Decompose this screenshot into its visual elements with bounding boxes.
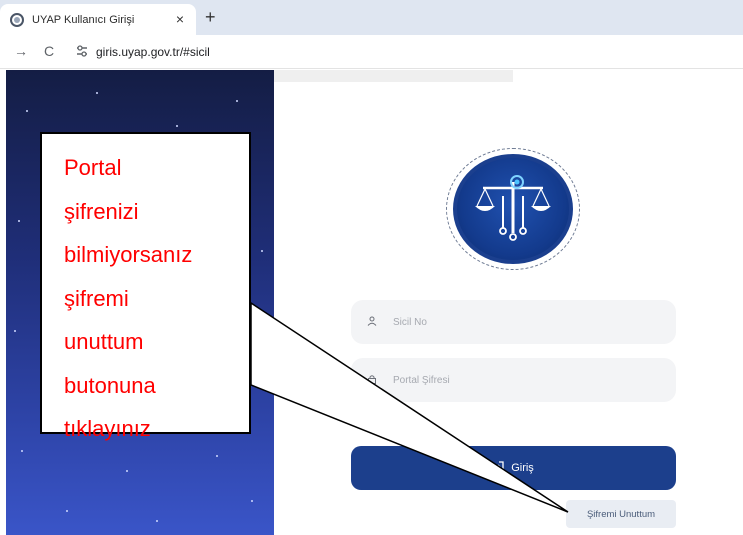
login-icon	[493, 460, 505, 476]
uyap-logo	[453, 154, 573, 264]
new-tab-button[interactable]: +	[205, 7, 216, 28]
callout-line: şifremi	[64, 285, 129, 311]
callout-line: tıklayınız	[64, 416, 151, 441]
login-button[interactable]: Giriş	[351, 446, 676, 490]
password-input[interactable]	[393, 374, 653, 386]
browser-tab[interactable]: UYAP Kullanıcı Girişi ×	[0, 4, 196, 35]
tab-title: UYAP Kullanıcı Girişi	[32, 13, 135, 26]
favicon-icon	[10, 12, 24, 27]
forward-button[interactable]: →	[14, 43, 28, 59]
sicil-field[interactable]	[351, 300, 676, 344]
site-info-icon[interactable]	[74, 44, 90, 60]
callout-line: butonuna	[64, 372, 156, 398]
lock-icon	[365, 374, 379, 387]
callout-line: unuttum	[64, 329, 144, 354]
tab-close-button[interactable]: ×	[176, 11, 184, 27]
password-field[interactable]	[351, 358, 676, 402]
browser-tab-strip: UYAP Kullanıcı Girişi × +	[0, 0, 743, 35]
forgot-password-button[interactable]: Şifremi Unuttum	[566, 500, 676, 528]
top-strip	[274, 70, 513, 82]
callout-line: şifrenizi	[64, 198, 139, 224]
address-bar: → C giris.uyap.gov.tr/#sicil	[0, 35, 743, 69]
user-icon	[365, 316, 379, 329]
callout-line: bilmiyorsanız	[64, 242, 193, 267]
scales-of-justice-icon	[475, 175, 551, 241]
instruction-callout: Portal şifrenizi bilmiyorsanız şifremi u…	[40, 132, 251, 441]
login-label: Giriş	[511, 462, 534, 474]
reload-button[interactable]: C	[44, 43, 54, 59]
sicil-input[interactable]	[393, 316, 653, 328]
callout-line: Portal	[64, 155, 122, 180]
url-text[interactable]: giris.uyap.gov.tr/#sicil	[96, 45, 210, 59]
